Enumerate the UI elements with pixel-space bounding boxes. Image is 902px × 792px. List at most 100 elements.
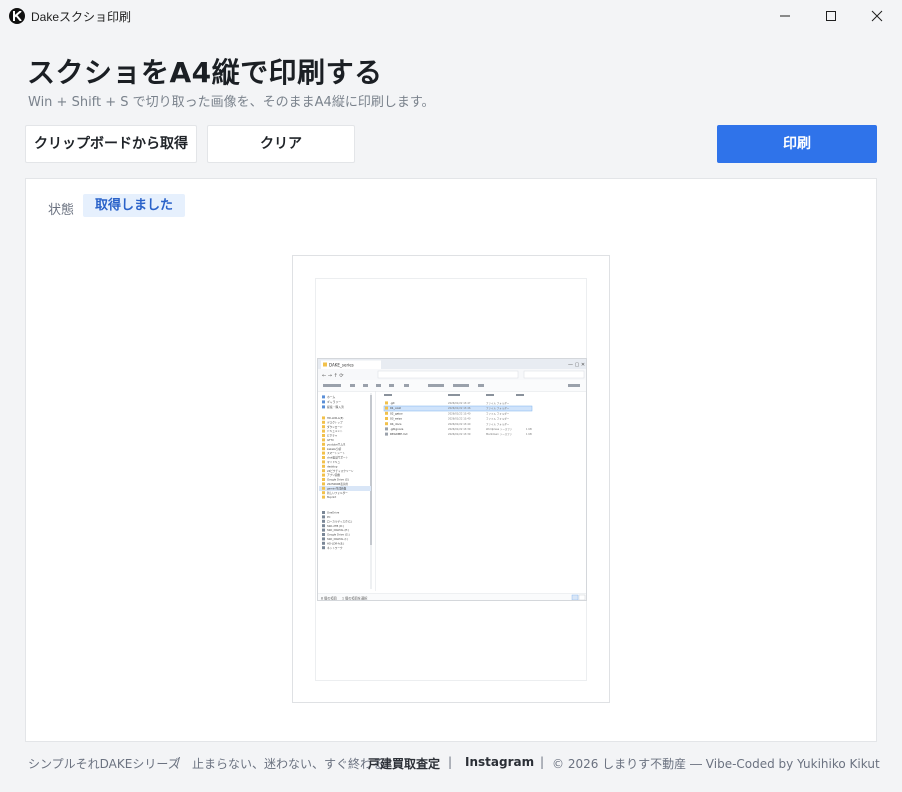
file-kind: ファイル フォルダー — [486, 401, 510, 405]
file-name: 03_seizo — [390, 417, 402, 421]
page-title: スクショをA4縦で印刷する — [27, 56, 383, 89]
sidebar-icon — [322, 442, 325, 446]
sidebar-item: 新しいフォルダー — [327, 491, 348, 495]
print-button[interactable]: 印刷 — [717, 125, 877, 163]
sidebar-icon — [322, 456, 325, 459]
file-name: .git — [390, 401, 395, 405]
file-name: 04_docs — [390, 422, 402, 426]
print-area: DAKE_series — ▢ ✕ ← → ↑ ⟳ ホーム ギャラリー 提案・購… — [315, 278, 587, 681]
footer-link-instagram[interactable]: Instagram — [465, 755, 534, 769]
footer-copyright: © 2026 しまりす不動産 ― Vibe-Coded by Yukihiko … — [552, 757, 880, 771]
sidebar-item: アプリ画像 — [327, 473, 340, 477]
sidebar-item: ピクチャ — [327, 434, 338, 438]
sidebar-icon — [322, 486, 325, 490]
sidebar-item: SSD_DIGITAL (I:) — [327, 537, 348, 541]
sidebar-icon — [322, 438, 325, 442]
clipboard-button[interactable]: クリップボードから取得 — [25, 125, 197, 163]
sidebar-icon — [322, 420, 325, 424]
footer-link-satei[interactable]: 戸建買取査定 — [368, 755, 440, 772]
file-date: 2026/01/22 13:46 — [448, 406, 471, 410]
file-icon — [385, 417, 388, 420]
svg-text:— ▢ ✕: — ▢ ✕ — [568, 362, 585, 368]
sidebar-icon — [322, 429, 325, 433]
sidebar-icon — [322, 482, 325, 486]
minimize-button[interactable] — [762, 0, 808, 32]
sidebar-icon — [322, 425, 325, 429]
sidebar-item: ローカルディスク(C:) — [327, 519, 352, 523]
file-date: 2026/01/22 13:40 — [448, 411, 471, 415]
sidebar-item: GTTX — [327, 438, 334, 442]
preview-panel: 状態 取得しました DAKE_series — ▢ ✕ ← → ↑ ⟳ ホーム … — [25, 178, 877, 742]
sidebar-icon — [322, 524, 325, 528]
sidebar-icon — [322, 447, 325, 451]
file-kind: ファイル フォルダー — [486, 417, 510, 421]
file-icon — [385, 411, 388, 415]
sidebar-icon — [322, 400, 325, 404]
sidebar-rows: ホームギャラリー提案・購入済 HD-LDR-A(E)デスクトップダウンロードドキュ… — [322, 395, 354, 550]
sidebar-icon — [322, 546, 325, 550]
footer-series: シンプルそれDAKEシリーズ — [28, 757, 180, 771]
file-icon — [385, 401, 388, 405]
app-logo-icon — [9, 8, 25, 24]
sidebar-item: kakaku分析 — [327, 447, 342, 451]
sidebar-item: gemini生成画像 — [327, 486, 347, 490]
sidebar-icon — [322, 473, 325, 477]
footer-separator: | — [448, 755, 453, 769]
sidebar-item: ネットワーク — [327, 546, 343, 550]
sidebar-item: HD-LDR-A(E) — [327, 416, 343, 420]
sidebar-item: デスクトップ — [327, 420, 343, 424]
file-date: 2026/01/22 13:40 — [448, 417, 471, 421]
title-bar: Dakeスクショ印刷 — [0, 0, 902, 32]
file-icon — [385, 406, 388, 410]
file-icon — [385, 432, 388, 436]
sidebar-item: ギャラリー — [327, 400, 341, 404]
file-date: 2026/01/22 13:47 — [448, 401, 471, 405]
screenshot-preview: DAKE_series — ▢ ✕ ← → ↑ ⟳ ホーム ギャラリー 提案・購… — [317, 358, 587, 601]
status-label: 状態 — [48, 203, 75, 218]
a4-preview-page: DAKE_series — ▢ ✕ ← → ↑ ⟳ ホーム ギャラリー 提案・購… — [292, 255, 610, 703]
maximize-button[interactable] — [808, 0, 854, 32]
sidebar-item: Google Drive (G:) — [327, 533, 350, 537]
file-kind: Markdown ソースファ — [486, 432, 513, 436]
file-name: 01_cost — [390, 406, 402, 410]
file-date: 2026/01/22 13:40 — [448, 422, 471, 426]
sidebar-icon — [322, 416, 325, 420]
sidebar-item: ドキュメント — [327, 429, 343, 433]
file-kind: ファイル フォルダー — [486, 422, 510, 426]
sidebar-item: 提案・購入済 — [327, 405, 344, 409]
sidebar-item: OneDrive — [327, 511, 340, 515]
page-subtitle: Win + Shift + S で切り取った画像を、そのままA4縦に印刷します。 — [28, 95, 435, 110]
file-name: README.md — [390, 432, 408, 436]
sidebar-icon — [322, 533, 325, 536]
file-icon — [385, 422, 388, 426]
sidebar-icon — [322, 519, 325, 523]
sidebar-icon — [322, 469, 325, 473]
status-badge: 取得しました — [83, 194, 186, 217]
sidebar-icon — [322, 395, 325, 399]
maximize-icon — [826, 11, 836, 21]
sidebar-item: 24ピクチャスクリーン — [327, 469, 354, 473]
footer: シンプルそれDAKEシリーズ / 止まらない、迷わない、すぐ終わる。 戸建買取査… — [28, 755, 888, 773]
file-date: 2026/01/22 13:39 — [448, 432, 471, 436]
file-icon — [385, 427, 388, 431]
sidebar-icon — [322, 478, 325, 481]
close-icon — [871, 10, 883, 22]
file-name: 02_gaiyo — [390, 411, 403, 415]
file-size: 1 KB — [526, 432, 532, 436]
sidebar-item: 8Lprint — [327, 495, 336, 499]
window-title: Dakeスクショ印刷 — [31, 10, 132, 24]
sidebar-icon — [322, 434, 325, 437]
shot-title: DAKE_series — [329, 363, 354, 368]
close-button[interactable] — [854, 0, 900, 32]
file-kind: ファイル フォルダー — [486, 406, 510, 410]
footer-separator: / — [176, 755, 181, 769]
file-kind: ファイル フォルダー — [486, 411, 510, 415]
sidebar-item: ダウンロード — [327, 425, 343, 429]
sidebar-item: chat電話サポート — [327, 456, 349, 460]
minimize-icon — [780, 15, 790, 17]
footer-tagline: 止まらない、迷わない、すぐ終わる。 — [192, 757, 397, 771]
file-kind: Wordpress ソースファ — [486, 427, 513, 431]
screenshot-thumbnail: DAKE_series — ▢ ✕ ← → ↑ ⟳ ホームギャラリー提案・購入済… — [318, 359, 586, 600]
clear-button[interactable]: クリア — [207, 125, 355, 163]
sidebar-icon — [322, 537, 325, 541]
